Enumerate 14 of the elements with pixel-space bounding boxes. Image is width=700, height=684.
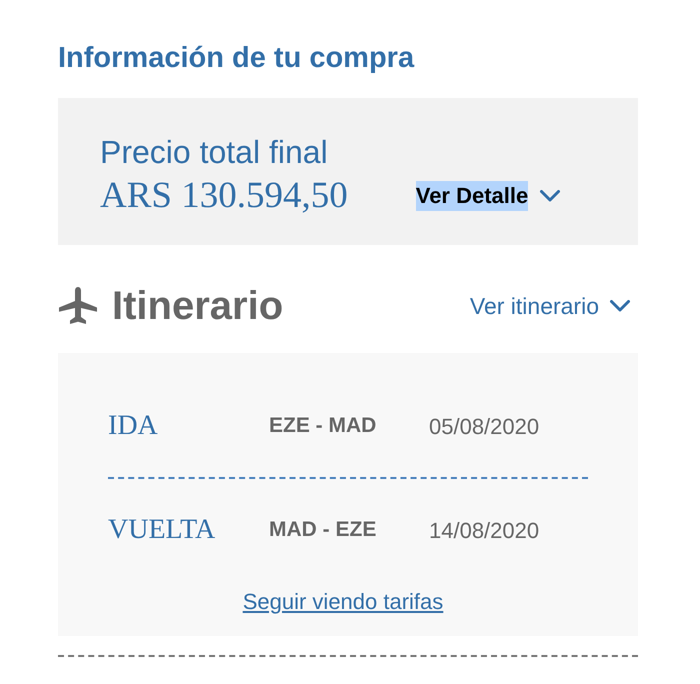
price-amount: ARS 130.594,50 [100,174,348,218]
detail-link[interactable]: Ver Detalle [416,181,528,211]
leg-label: VUELTA [108,513,216,547]
airplane-icon [58,286,98,326]
leg-label: IDA [108,409,159,443]
section-title: Información de tu compra [58,41,416,76]
leg-date: 05/08/2020 [429,412,540,440]
itinerary-title: Itinerario [112,283,284,330]
leg-date: 14/08/2020 [429,516,540,544]
price-label: Precio total final [100,133,329,172]
leg-route: EZE - MAD [269,413,378,440]
leg-route: MAD - EZE [269,517,378,544]
itinerary-toggle-link[interactable]: Ver itinerario [470,291,599,321]
more-fares-link[interactable]: Seguir viendo tarifas [242,589,444,614]
